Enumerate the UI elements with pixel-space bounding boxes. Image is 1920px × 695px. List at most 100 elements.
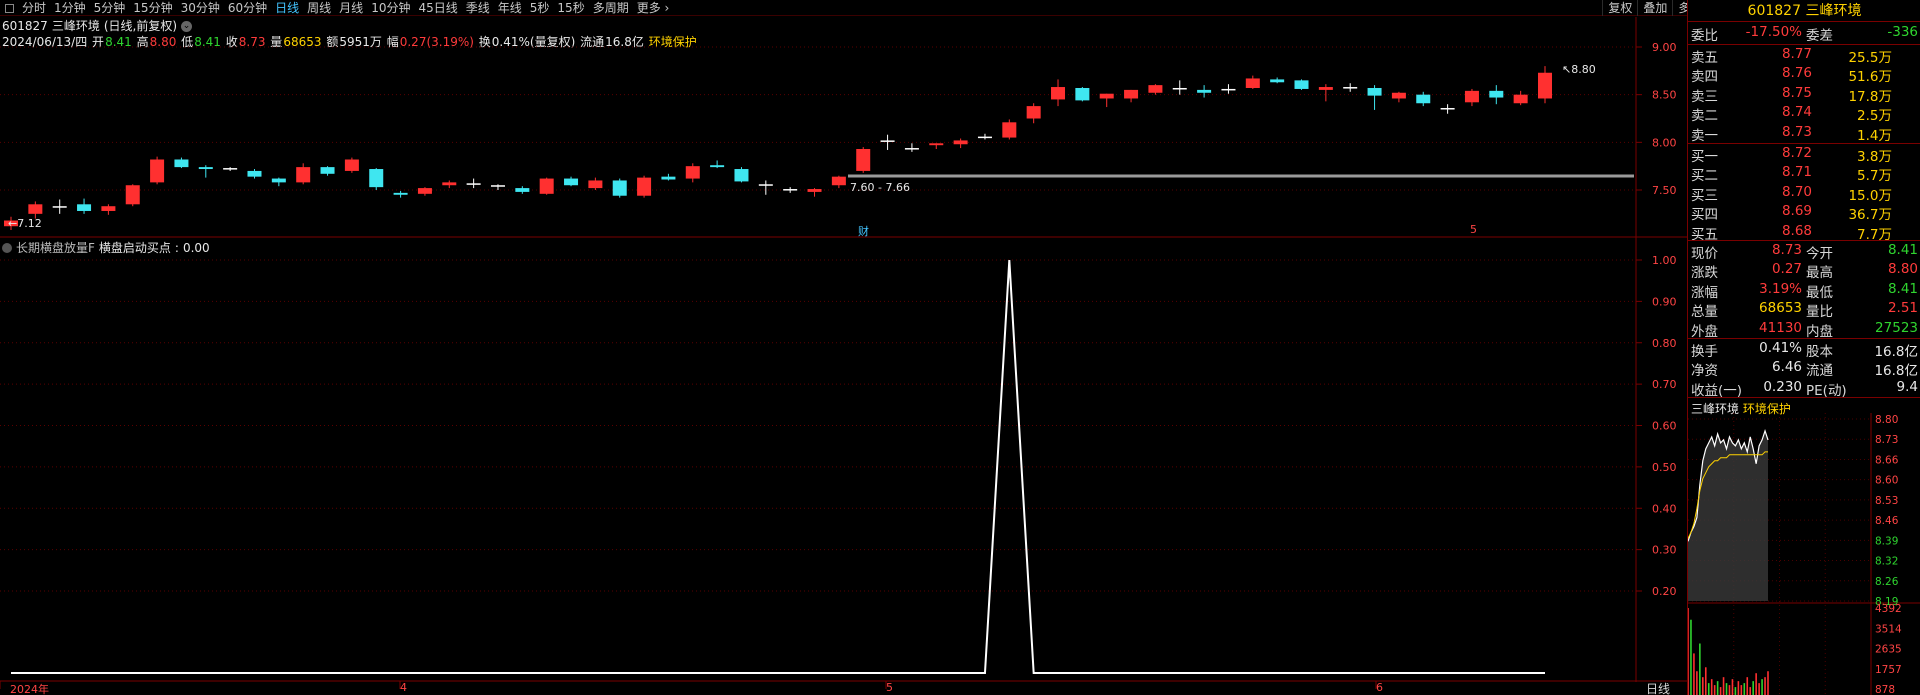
candle-body[interactable]	[807, 189, 822, 192]
candle-body[interactable]	[1075, 87, 1090, 101]
candle-body[interactable]	[515, 188, 530, 192]
candle-body[interactable]	[1245, 78, 1260, 88]
stat-value-2: 27523	[1875, 319, 1918, 336]
candle-body[interactable]	[734, 169, 749, 182]
candle-body[interactable]	[880, 140, 895, 142]
candle-body[interactable]	[101, 206, 116, 211]
candle-body[interactable]	[783, 189, 798, 191]
finance-marker[interactable]: 财	[858, 223, 869, 239]
candle-body[interactable]	[466, 183, 481, 185]
ask-qty: 2.5万	[1857, 108, 1892, 125]
ask-row: 卖三 8.75 17.8万	[1688, 84, 1920, 105]
candle-body[interactable]	[1002, 122, 1017, 138]
stat2-row: 换手 0.41% 股本 16.8亿	[1688, 340, 1920, 360]
candle-body[interactable]	[977, 136, 992, 139]
price-axis-label: 7.50	[1652, 184, 1677, 197]
candle-body[interactable]	[1391, 92, 1406, 99]
candle-body[interactable]	[1026, 106, 1041, 119]
candle-body[interactable]	[856, 149, 871, 171]
candle-body[interactable]	[612, 180, 627, 196]
quote-title: 601827 三峰环境	[1688, 0, 1920, 22]
event-marker-5[interactable]: 5	[1470, 223, 1477, 236]
candle-body[interactable]	[223, 168, 238, 170]
candle-body[interactable]	[710, 165, 725, 168]
candle-body[interactable]	[661, 176, 676, 180]
candle-body[interactable]	[1270, 79, 1285, 83]
ask-price: 8.75	[1781, 84, 1812, 101]
candle-body[interactable]	[1099, 93, 1114, 99]
candle-body[interactable]	[929, 143, 944, 146]
candle-body[interactable]	[296, 167, 311, 183]
ask-label: 卖三	[1691, 88, 1718, 105]
indicator-line[interactable]	[11, 259, 1545, 674]
stat-label-2: 最低	[1806, 284, 1833, 301]
candle-body[interactable]	[28, 204, 43, 214]
candle-body[interactable]	[1538, 72, 1552, 99]
candle-body[interactable]	[1051, 87, 1066, 100]
candle-body[interactable]	[1513, 94, 1528, 104]
stat-label: 涨幅	[1691, 284, 1718, 301]
candle-body[interactable]	[1172, 87, 1187, 90]
candle-body[interactable]	[198, 167, 213, 170]
candle-body[interactable]	[831, 176, 846, 186]
bid-price: 8.69	[1781, 203, 1812, 220]
candle-body[interactable]	[393, 192, 408, 195]
candle-body[interactable]	[539, 178, 554, 194]
mini-intraday-chart[interactable]: 8.808.738.668.608.538.468.398.328.268.19…	[1688, 413, 1920, 695]
mini-volume-label: 4392	[1875, 603, 1902, 615]
candle-body[interactable]	[125, 185, 140, 205]
candle-body[interactable]	[1440, 108, 1455, 110]
candle-body[interactable]	[953, 140, 968, 145]
candle-body[interactable]	[1416, 94, 1431, 104]
stat-label-2: 内盘	[1806, 323, 1833, 340]
stat-value: 0.27	[1771, 261, 1802, 278]
candle-body[interactable]	[1197, 89, 1212, 93]
ask-label: 卖一	[1691, 127, 1718, 144]
section-divider	[1688, 143, 1920, 144]
candle-body[interactable]	[588, 180, 603, 189]
candle-body[interactable]	[1489, 90, 1504, 98]
stat-value-2: 8.41	[1887, 242, 1918, 258]
candle-body[interactable]	[758, 184, 773, 186]
ask-price: 8.73	[1781, 123, 1812, 140]
candle-body[interactable]	[320, 167, 335, 174]
stat-value-2: 8.41	[1887, 280, 1918, 297]
stat-value: 8.73	[1771, 242, 1802, 258]
indicator-settings-icon[interactable]	[2, 243, 12, 253]
candle-body[interactable]	[904, 148, 919, 150]
indicator-name[interactable]: 长期横盘放量F	[16, 240, 95, 256]
candle-body[interactable]	[685, 166, 700, 179]
ask-qty: 17.8万	[1848, 88, 1892, 105]
candle-body[interactable]	[52, 206, 67, 208]
mini-price-label: 8.32	[1875, 556, 1898, 568]
candle-body[interactable]	[637, 177, 652, 196]
bid-price: 8.68	[1781, 222, 1812, 239]
candle-body[interactable]	[442, 182, 457, 186]
bid-qty: 3.8万	[1857, 149, 1892, 165]
section-divider	[1688, 44, 1920, 45]
stat-label-2: 最高	[1806, 265, 1833, 282]
candle-body[interactable]	[417, 188, 432, 194]
indicator-value: 0.00	[182, 241, 210, 255]
candle-body[interactable]	[1367, 87, 1382, 96]
candle-body[interactable]	[369, 169, 384, 188]
candle-body[interactable]	[1464, 90, 1479, 103]
candle-body[interactable]	[1343, 87, 1358, 89]
mini-volume-label: 878	[1875, 684, 1895, 695]
mini-price-label: 8.46	[1875, 515, 1899, 527]
candle-body[interactable]	[564, 178, 579, 186]
candle-body[interactable]	[1124, 89, 1139, 99]
candle-body[interactable]	[174, 159, 189, 168]
candle-body[interactable]	[77, 204, 92, 211]
candle-body[interactable]	[1148, 85, 1163, 93]
candle-body[interactable]	[271, 178, 286, 183]
kline-chart[interactable]: 9.00 8.50 8.00 7.50 1.00 0.90 0.80 0.70 0.60 0.50…	[0, 0, 1687, 695]
candle-body[interactable]	[344, 159, 359, 171]
candle-body[interactable]	[490, 185, 505, 187]
candle-body[interactable]	[150, 159, 165, 183]
candle-body[interactable]	[1318, 87, 1333, 90]
candle-body[interactable]	[247, 170, 262, 177]
indicator-axis-label: 0.70	[1652, 378, 1677, 391]
candle-body[interactable]	[1294, 80, 1309, 89]
candle-body[interactable]	[1221, 88, 1236, 91]
